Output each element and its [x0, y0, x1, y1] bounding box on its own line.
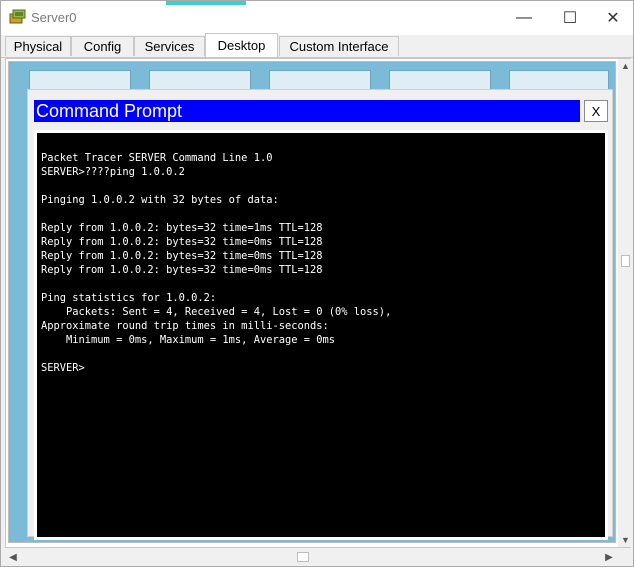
scroll-up-arrow-icon[interactable]: ▲: [618, 59, 633, 73]
tab-content-area: Command Prompt X Packet Tracer SERVER Co…: [5, 58, 631, 548]
horizontal-scrollbar[interactable]: ◀ ▶: [5, 549, 617, 565]
tab-desktop[interactable]: Desktop: [205, 33, 278, 57]
server0-window: Server0 — ☐ ✕ Physical Config Services D…: [0, 0, 634, 567]
horizontal-scroll-track[interactable]: [21, 552, 601, 562]
minimize-button[interactable]: —: [501, 1, 547, 35]
window-title: Server0: [31, 10, 77, 25]
command-prompt-close-button[interactable]: X: [584, 100, 608, 122]
scrollbar-corner: [618, 549, 633, 565]
scroll-down-arrow-icon[interactable]: ▼: [618, 533, 633, 547]
terminal-output: Packet Tracer SERVER Command Line 1.0 SE…: [41, 152, 392, 374]
terminal-frame: Packet Tracer SERVER Command Line 1.0 SE…: [34, 130, 608, 540]
minimize-icon: —: [516, 9, 532, 26]
command-prompt-window: Command Prompt X Packet Tracer SERVER Co…: [27, 89, 613, 540]
tab-bar: Physical Config Services Desktop Custom …: [1, 33, 633, 58]
title-bar[interactable]: Server0 — ☐ ✕: [1, 1, 633, 35]
vertical-scroll-thumb[interactable]: [621, 255, 630, 267]
terminal-console[interactable]: Packet Tracer SERVER Command Line 1.0 SE…: [37, 133, 605, 537]
close-icon: ✕: [606, 10, 620, 27]
tab-physical[interactable]: Physical: [5, 36, 71, 56]
title-strip-decoration: [166, 1, 246, 5]
packet-tracer-server-icon: [9, 9, 26, 24]
desktop-panel: Command Prompt X Packet Tracer SERVER Co…: [8, 61, 616, 543]
tab-services[interactable]: Services: [134, 36, 205, 56]
horizontal-scroll-thumb[interactable]: [297, 552, 309, 562]
maximize-button[interactable]: ☐: [547, 1, 593, 35]
command-prompt-title: Command Prompt: [34, 100, 580, 122]
tab-custom-interface[interactable]: Custom Interface: [279, 36, 399, 56]
close-window-button[interactable]: ✕: [593, 1, 633, 35]
scroll-left-arrow-icon[interactable]: ◀: [5, 549, 21, 565]
scroll-right-arrow-icon[interactable]: ▶: [601, 549, 617, 565]
maximize-icon: ☐: [562, 10, 578, 27]
tab-config[interactable]: Config: [71, 36, 134, 56]
vertical-scrollbar[interactable]: ▲ ▼: [618, 59, 633, 547]
